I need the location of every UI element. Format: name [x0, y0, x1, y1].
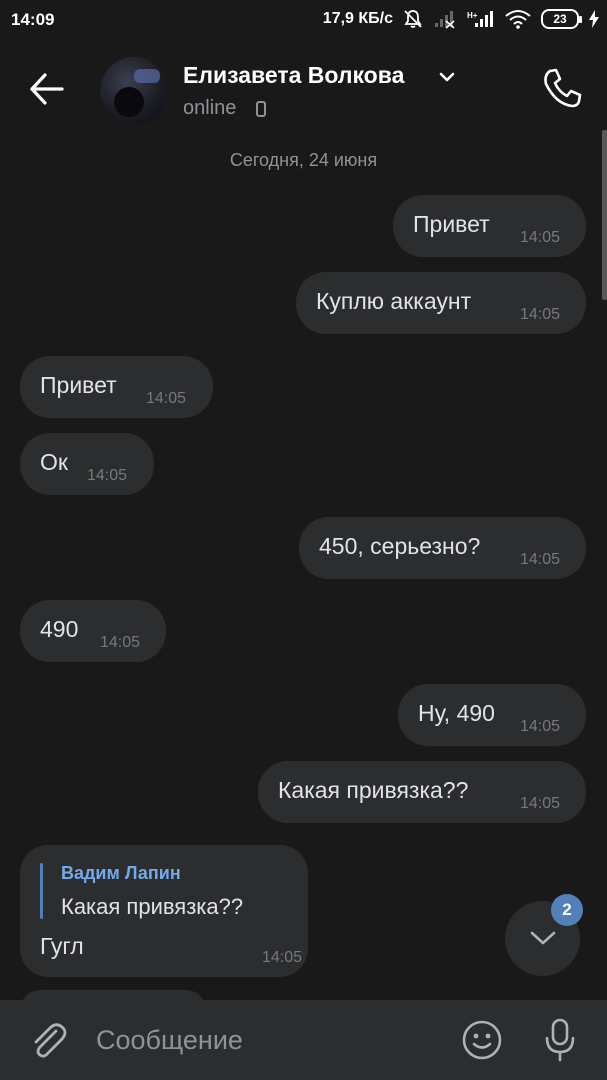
paperclip-icon [34, 1023, 67, 1058]
message-text: Какая привязка?? [278, 777, 469, 803]
status-bar: 14:09 17,9 КБ/с H+ 23 [0, 0, 607, 40]
message-text: Ну, 490 [418, 700, 495, 726]
mute-bell-icon [404, 10, 422, 28]
back-button[interactable] [24, 68, 70, 110]
message-bubble-reply[interactable]: Вадим Лапин Какая привязка?? Гугл 14:05 [20, 845, 308, 977]
contact-avatar[interactable] [100, 57, 168, 125]
message-text: Привет [40, 372, 117, 398]
message-time: 14:05 [520, 718, 561, 735]
message-text: 490 [40, 616, 79, 642]
battery-indicator: 23 [541, 9, 582, 29]
message-time: 14:05 [262, 949, 303, 966]
message-bubble-outgoing[interactable]: Ну, 490 14:05 [398, 684, 586, 746]
attach-button[interactable] [26, 1018, 70, 1062]
chat-header: Елизавета Волкова online [0, 40, 607, 140]
message-text: Привет [413, 211, 490, 237]
call-button[interactable] [540, 66, 584, 110]
message-bubble-incoming[interactable]: 490 14:05 [20, 600, 166, 662]
svg-text:H+: H+ [467, 11, 478, 20]
message-bubble-incoming[interactable]: Привет 14:05 [20, 356, 213, 418]
message-time: 14:05 [520, 795, 561, 812]
message-time: 14:05 [520, 229, 561, 246]
message-text: Куплю аккаунт [316, 288, 472, 314]
microphone-icon [545, 1018, 575, 1062]
reply-quoted-text[interactable]: Какая привязка?? [61, 894, 243, 920]
network-speed: 17,9 КБ/с [322, 10, 393, 27]
message-input[interactable] [92, 1018, 450, 1062]
message-bubble-outgoing[interactable]: 450, серьезно? 14:05 [299, 517, 586, 579]
emoji-button[interactable] [460, 1018, 504, 1062]
contact-status: online [183, 97, 237, 119]
phone-icon [544, 68, 582, 108]
chevron-down-icon [530, 931, 556, 945]
scrollbar[interactable] [602, 130, 607, 300]
message-text: 450, серьезно? [319, 533, 481, 559]
message-bubble-outgoing[interactable]: Куплю аккаунт 14:05 [296, 272, 586, 334]
mobile-device-icon [256, 101, 266, 117]
chevron-down-icon[interactable] [438, 70, 456, 84]
voice-message-button[interactable] [538, 1016, 582, 1064]
message-bubble-outgoing[interactable]: Какая привязка?? 14:05 [258, 761, 586, 823]
wifi-icon [505, 10, 531, 29]
message-text: Гугл [40, 933, 84, 959]
status-time: 14:09 [11, 10, 55, 29]
message-time: 14:05 [100, 634, 141, 651]
reply-quote-bar [40, 863, 43, 919]
message-composer [0, 1000, 607, 1080]
status-icons: 17,9 КБ/с H+ 23 [323, 9, 599, 29]
smile-icon [462, 1020, 502, 1060]
message-time: 14:05 [520, 306, 561, 323]
message-bubble-incoming[interactable]: Ок 14:05 [20, 433, 154, 495]
reply-author[interactable]: Вадим Лапин [61, 863, 181, 884]
signal-icon: H+ [467, 11, 493, 27]
charging-icon [589, 10, 599, 28]
message-bubble-outgoing[interactable]: Привет 14:05 [393, 195, 586, 257]
signal-off-icon [435, 11, 455, 29]
date-separator: Сегодня, 24 июня [229, 150, 378, 170]
message-text: Ок [40, 449, 68, 475]
unread-count-badge: 2 [551, 894, 583, 926]
message-time: 14:05 [520, 551, 561, 568]
message-time: 14:05 [87, 467, 128, 484]
contact-name[interactable]: Елизавета Волкова [183, 62, 404, 89]
message-time: 14:05 [146, 390, 187, 407]
arrow-left-icon [30, 73, 64, 105]
